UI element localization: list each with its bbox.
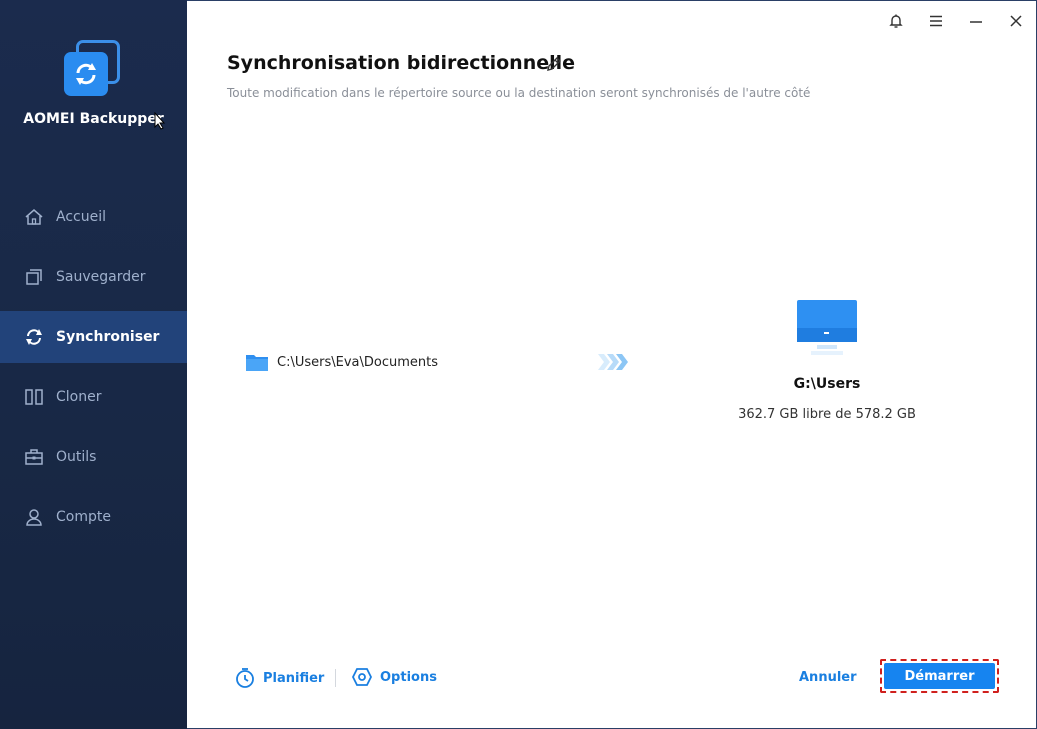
minimize-icon[interactable]: [965, 10, 987, 32]
sidebar-item-outils[interactable]: Outils: [0, 431, 187, 483]
sidebar-item-label: Sauvegarder: [56, 269, 146, 285]
cancel-button[interactable]: Annuler: [799, 670, 857, 685]
page-title: Synchronisation bidirectionnelle: [227, 52, 576, 74]
settings-hexagon-icon: [352, 667, 372, 687]
page-subtitle: Toute modification dans le répertoire so…: [227, 86, 811, 100]
menu-icon[interactable]: [925, 10, 947, 32]
options-button[interactable]: Options: [352, 667, 437, 687]
bell-icon[interactable]: [885, 10, 907, 32]
sidebar-nav: Accueil Sauvegarder Synchroniser Cloner …: [0, 191, 187, 551]
home-icon: [24, 207, 44, 227]
app-logo: [62, 40, 124, 100]
sync-icon: [24, 327, 44, 347]
source-path: C:\Users\Eva\Documents: [277, 354, 438, 370]
clone-icon: [24, 387, 44, 407]
footer-divider: [335, 669, 336, 687]
sidebar-item-label: Accueil: [56, 209, 106, 225]
backup-icon: [24, 267, 44, 287]
folder-icon: [245, 352, 269, 372]
edit-icon[interactable]: [545, 55, 563, 77]
sidebar-item-label: Synchroniser: [56, 329, 160, 345]
schedule-button[interactable]: Planifier: [235, 667, 324, 689]
sidebar-item-cloner[interactable]: Cloner: [0, 371, 187, 423]
toolbox-icon: [24, 447, 44, 467]
source-selector[interactable]: C:\Users\Eva\Documents: [245, 352, 438, 372]
destination-free-space: 362.7 GB libre de 578.2 GB: [738, 407, 916, 422]
mouse-cursor-icon: [154, 112, 166, 130]
sidebar-item-compte[interactable]: Compte: [0, 491, 187, 543]
sidebar-item-label: Cloner: [56, 389, 102, 405]
sidebar-item-sauvegarder[interactable]: Sauvegarder: [0, 251, 187, 303]
destination-name: G:\Users: [793, 376, 861, 392]
sidebar-item-label: Compte: [56, 509, 111, 525]
user-icon: [24, 507, 44, 527]
sidebar-item-synchroniser[interactable]: Synchroniser: [0, 311, 187, 363]
sidebar-item-accueil[interactable]: Accueil: [0, 191, 187, 243]
start-button[interactable]: Démarrer: [884, 663, 995, 689]
schedule-label: Planifier: [263, 670, 325, 686]
options-label: Options: [380, 669, 437, 685]
sync-logo-icon: [76, 63, 96, 85]
sync-direction-arrows-icon: [596, 352, 630, 376]
close-icon[interactable]: [1005, 10, 1027, 32]
stopwatch-icon: [235, 667, 255, 689]
sidebar: AOMEI Backupper Accueil Sauvegarder Sync…: [0, 0, 187, 729]
monitor-icon[interactable]: [795, 298, 859, 364]
sidebar-item-label: Outils: [56, 449, 97, 465]
